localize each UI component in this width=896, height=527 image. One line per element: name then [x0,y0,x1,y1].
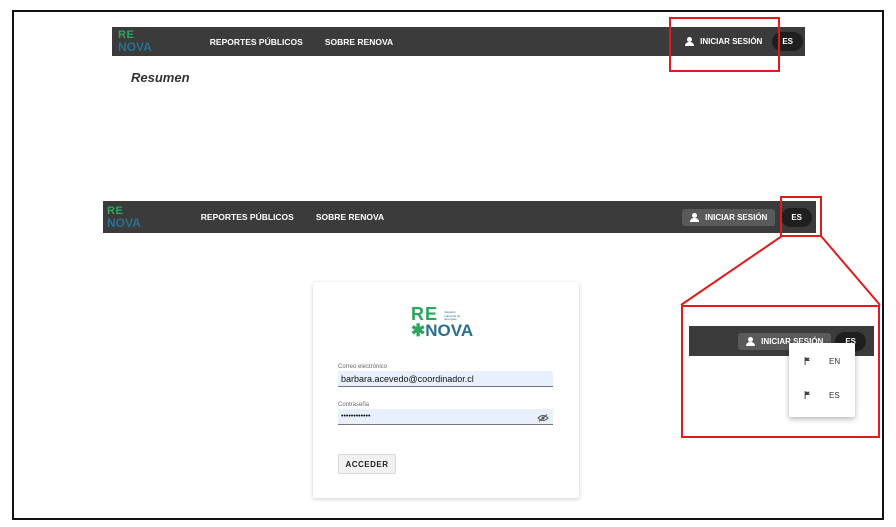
zoom-person-icon [746,336,756,346]
flag-icon [804,357,810,365]
person-icon-2 [690,212,700,222]
logo-re-2: RE [107,204,124,217]
card-logo-nova-text: NOVA [425,321,474,340]
language-dropdown: EN ES [789,343,855,417]
nav-sobre-renova-2[interactable]: SOBRE RENOVA [316,212,384,222]
language-option-en[interactable]: EN [789,351,855,371]
card-logo-tagline: Registro Nacional de Energías [444,310,461,321]
nav-sobre-renova[interactable]: SOBRE RENOVA [325,37,393,47]
highlight-language [780,196,822,237]
email-label: Correo electrónico [338,364,388,370]
login-card: RE Registro Nacional de Energías ✱NOVA C… [313,282,579,498]
login-button-2[interactable]: INICIAR SESIÓN [682,208,776,226]
zoom-detail-box: INICIAR SESIÓN ES EN ES [681,305,880,438]
asterisk-icon: ✱ [411,321,426,340]
app-logo-2[interactable]: RE NOVA [107,204,141,230]
login-label-2: INICIAR SESIÓN [705,212,768,222]
nav-reportes-publicos[interactable]: REPORTES PÚBLICOS [210,37,303,47]
eye-off-icon[interactable] [537,414,549,422]
language-option-es[interactable]: ES [789,385,855,405]
flag-icon [804,391,810,399]
nav-reportes-publicos-2[interactable]: REPORTES PÚBLICOS [201,212,294,222]
email-field[interactable] [338,371,553,387]
card-logo-nova: ✱NOVA [411,321,473,341]
logo-nova-2: NOVA [107,215,141,230]
language-option-en-label: EN [829,356,841,366]
navbar-second: RE NOVA REPORTES PÚBLICOS SOBRE RENOVA I… [103,201,816,233]
page-heading-resumen: Resumen [131,70,190,85]
zoom-content: INICIAR SESIÓN ES EN ES [683,307,878,436]
password-field[interactable] [338,409,553,425]
app-logo[interactable]: RE NOVA [118,30,152,54]
highlight-login [669,17,780,72]
submit-button[interactable]: ACCEDER [338,454,396,474]
card-logo: RE Registro Nacional de Energías ✱NOVA [411,304,473,341]
logo-nova: NOVA [118,40,152,54]
language-option-es-label: ES [829,390,840,400]
password-label: Contraseña [338,402,370,408]
